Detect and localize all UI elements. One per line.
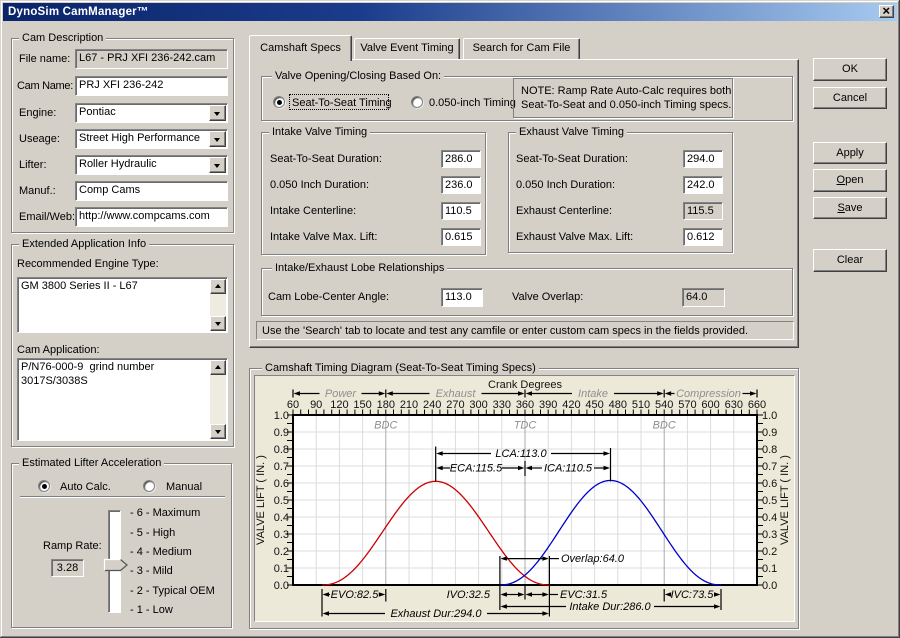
- svg-text:540: 540: [655, 399, 673, 411]
- svg-text:IVC:73.5: IVC:73.5: [671, 589, 715, 601]
- svg-text:Exhaust Dur:294.0: Exhaust Dur:294.0: [390, 608, 482, 620]
- svg-text:0.9: 0.9: [762, 427, 777, 439]
- svg-text:630: 630: [725, 399, 743, 411]
- svg-text:210: 210: [400, 399, 418, 411]
- svg-text:0.3: 0.3: [274, 529, 289, 541]
- svg-text:Intake: Intake: [578, 388, 608, 400]
- svg-text:360: 360: [516, 399, 534, 411]
- svg-text:240: 240: [423, 399, 441, 411]
- svg-text:Exhaust: Exhaust: [436, 388, 477, 400]
- svg-text:VALVE LIFT ( IN. ): VALVE LIFT ( IN. ): [255, 455, 267, 545]
- svg-text:ICA:110.5: ICA:110.5: [544, 463, 593, 475]
- svg-text:60: 60: [287, 399, 299, 411]
- svg-text:120: 120: [330, 399, 348, 411]
- svg-text:510: 510: [632, 399, 650, 411]
- svg-text:150: 150: [353, 399, 371, 411]
- svg-text:0.0: 0.0: [762, 580, 777, 592]
- svg-text:0.3: 0.3: [762, 529, 777, 541]
- svg-text:0.8: 0.8: [762, 444, 777, 456]
- svg-text:0.9: 0.9: [274, 427, 289, 439]
- svg-text:0.4: 0.4: [274, 512, 289, 524]
- svg-text:ECA:115.5: ECA:115.5: [450, 463, 503, 475]
- svg-text:Crank Degrees: Crank Degrees: [488, 379, 562, 391]
- svg-text:0.4: 0.4: [762, 512, 777, 524]
- svg-text:660: 660: [748, 399, 766, 411]
- svg-text:Compression: Compression: [676, 388, 741, 400]
- svg-text:EVO:82.5: EVO:82.5: [331, 589, 380, 601]
- svg-text:Overlap:64.0: Overlap:64.0: [561, 553, 625, 565]
- svg-text:0.0: 0.0: [274, 580, 289, 592]
- svg-text:LCA:113.0: LCA:113.0: [495, 448, 547, 460]
- svg-text:0.5: 0.5: [762, 495, 777, 507]
- svg-text:600: 600: [701, 399, 719, 411]
- svg-text:1.0: 1.0: [274, 410, 289, 422]
- svg-text:0.2: 0.2: [274, 546, 289, 558]
- svg-text:BDC: BDC: [653, 420, 676, 432]
- svg-text:VALVE LIFT ( IN. ): VALVE LIFT ( IN. ): [779, 455, 791, 545]
- svg-text:Power: Power: [325, 388, 358, 400]
- svg-text:TDC: TDC: [514, 420, 537, 432]
- svg-text:270: 270: [446, 399, 464, 411]
- svg-text:BDC: BDC: [374, 420, 397, 432]
- svg-text:Intake Dur:286.0: Intake Dur:286.0: [569, 601, 651, 613]
- svg-text:0.6: 0.6: [274, 478, 289, 490]
- svg-text:570: 570: [678, 399, 696, 411]
- svg-text:0.8: 0.8: [274, 444, 289, 456]
- svg-text:0.5: 0.5: [274, 495, 289, 507]
- svg-text:90: 90: [310, 399, 322, 411]
- svg-text:300: 300: [469, 399, 487, 411]
- svg-text:390: 390: [539, 399, 557, 411]
- svg-text:180: 180: [377, 399, 395, 411]
- svg-text:450: 450: [585, 399, 603, 411]
- svg-text:IVO:32.5: IVO:32.5: [447, 589, 491, 601]
- svg-text:1.0: 1.0: [762, 410, 777, 422]
- svg-text:0.1: 0.1: [762, 563, 777, 575]
- svg-text:0.7: 0.7: [762, 461, 777, 473]
- svg-text:0.7: 0.7: [274, 461, 289, 473]
- svg-text:420: 420: [562, 399, 580, 411]
- svg-text:EVC:31.5: EVC:31.5: [560, 589, 608, 601]
- svg-text:0.1: 0.1: [274, 563, 289, 575]
- svg-text:330: 330: [493, 399, 511, 411]
- svg-text:480: 480: [609, 399, 627, 411]
- svg-text:0.2: 0.2: [762, 546, 777, 558]
- svg-text:0.6: 0.6: [762, 478, 777, 490]
